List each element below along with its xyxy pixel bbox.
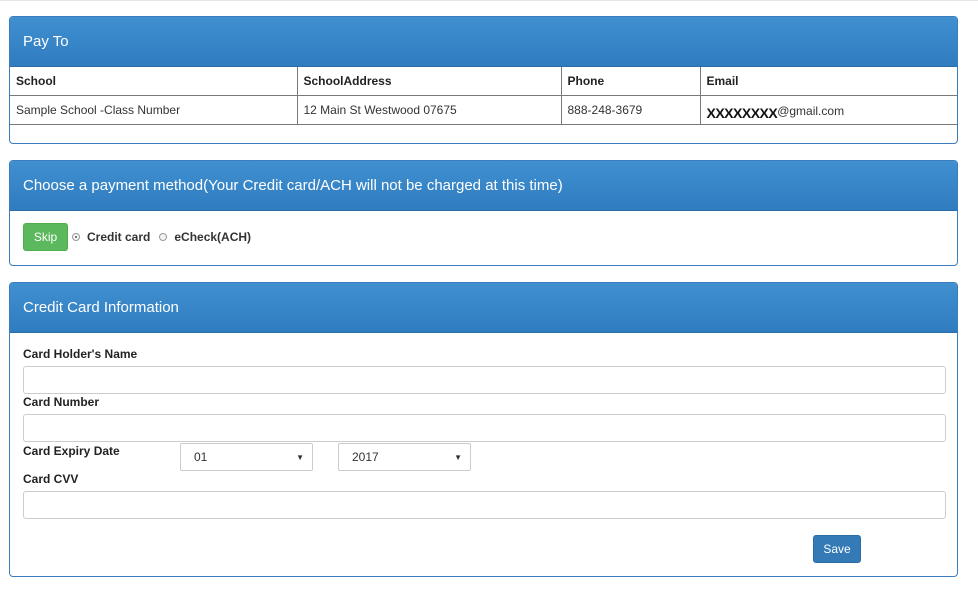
pay-to-table: School SchoolAddress Phone Email Sample … — [10, 67, 957, 125]
credit-card-heading: Credit Card Information — [10, 283, 957, 333]
table-row: Sample School -Class Number 12 Main St W… — [10, 95, 957, 125]
expiry-month-value: 01 — [194, 450, 208, 464]
pay-to-heading: Pay To — [10, 17, 957, 67]
expiry-year-value: 2017 — [352, 450, 379, 464]
chevron-down-icon: ▼ — [296, 453, 304, 462]
card-cvv-input[interactable] — [23, 491, 946, 519]
phone-cell: 888-248-3679 — [560, 95, 701, 125]
save-button[interactable]: Save — [813, 535, 861, 563]
top-divider — [0, 0, 978, 1]
credit-card-panel: Credit Card Information Card Holder's Na… — [9, 282, 958, 577]
radio-credit-card[interactable]: Credit card — [72, 230, 150, 244]
column-header-phone: Phone — [560, 67, 701, 96]
card-expiry-label: Card Expiry Date — [23, 444, 120, 458]
email-redacted-mask: XXXXXXXX — [706, 105, 778, 121]
radio-dot-selected[interactable] — [72, 233, 80, 241]
payment-method-heading: Choose a payment method(Your Credit card… — [10, 161, 957, 211]
pay-to-panel: Pay To School SchoolAddress Phone Email … — [9, 16, 958, 144]
column-header-address: SchoolAddress — [296, 67, 562, 96]
chevron-down-icon: ▼ — [454, 453, 462, 462]
address-cell: 12 Main St Westwood 07675 — [296, 95, 562, 125]
payment-method-body: Skip Credit card eCheck(ACH) — [10, 211, 957, 263]
table-header-row: School SchoolAddress Phone Email — [10, 67, 957, 96]
card-holder-input[interactable] — [23, 366, 946, 394]
expiry-year-select[interactable]: 2017 ▼ — [338, 443, 471, 471]
school-cell: Sample School -Class Number — [10, 95, 298, 125]
skip-button[interactable]: Skip — [23, 223, 68, 251]
radio-credit-card-label: Credit card — [87, 230, 151, 244]
email-cell: XXXXXXXX@gmail.com — [699, 95, 957, 125]
card-holder-label: Card Holder's Name — [23, 347, 138, 361]
email-domain: @gmail.com — [777, 104, 845, 118]
card-number-input[interactable] — [23, 414, 946, 442]
radio-echeck-label: eCheck(ACH) — [174, 230, 252, 244]
radio-dot[interactable] — [159, 233, 168, 241]
column-header-school: School — [10, 67, 298, 96]
radio-echeck[interactable]: eCheck(ACH) — [159, 230, 251, 244]
card-number-label: Card Number — [23, 395, 100, 409]
expiry-month-select[interactable]: 01 ▼ — [180, 443, 313, 471]
payment-method-panel: Choose a payment method(Your Credit card… — [9, 160, 958, 266]
card-cvv-label: Card CVV — [23, 472, 79, 486]
column-header-email: Email — [699, 67, 957, 96]
